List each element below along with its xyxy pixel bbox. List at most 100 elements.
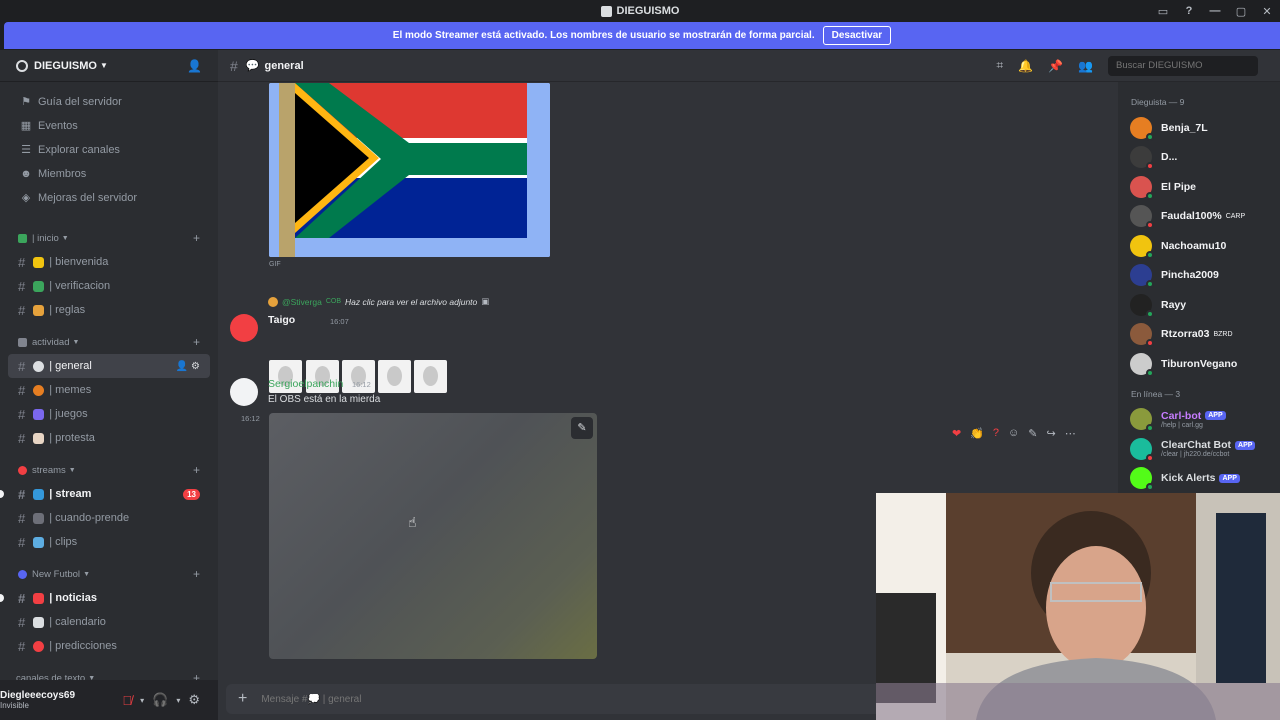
message-text: El OBS está en la mierda: [268, 394, 381, 405]
member-list-icon[interactable]: 👥: [1078, 59, 1093, 73]
channel-memes[interactable]: # | memes: [8, 378, 210, 402]
member-name: Rayy: [1161, 298, 1187, 311]
channel-clips[interactable]: # | clips: [8, 530, 210, 554]
server-icon: [16, 59, 28, 72]
minimize-button[interactable]: —: [1202, 5, 1228, 17]
avatar: [1130, 408, 1154, 433]
server-header[interactable]: DIEGUISMO ▼ 👤: [0, 50, 218, 82]
channel-reglas[interactable]: # | reglas: [8, 298, 210, 322]
help-icon[interactable]: ?: [1176, 5, 1202, 17]
camera-emoji-icon: [33, 512, 45, 524]
question-reaction-icon[interactable]: ?: [993, 427, 999, 439]
emote-image[interactable]: [414, 360, 447, 393]
search-input[interactable]: [1108, 55, 1258, 76]
inbox-icon[interactable]: ▭: [1150, 5, 1176, 18]
threads-icon[interactable]: ⌗: [996, 58, 1003, 73]
status-dot-icon: [1146, 221, 1154, 230]
message-author[interactable]: Sergioelpanchin: [268, 378, 343, 390]
member-item[interactable]: Rayy: [1118, 290, 1280, 320]
member-item[interactable]: ClearChat Bot APP/clear | jh220.de/ccbot: [1118, 434, 1280, 464]
add-reaction-icon[interactable]: ☺: [1008, 427, 1019, 439]
username: Diegleeecoys69: [0, 690, 76, 701]
maximize-button[interactable]: ▢: [1228, 5, 1254, 18]
image-icon: ▣: [481, 296, 490, 306]
add-channel-icon[interactable]: +: [193, 335, 200, 349]
category-new-futbol[interactable]: New Futbol ▼ +: [0, 562, 218, 586]
nav-members[interactable]: ☻ Miembros: [0, 162, 218, 186]
add-channel-icon[interactable]: +: [193, 231, 200, 245]
video-attachment[interactable]: ✎: [269, 413, 597, 659]
channel-bienvenida[interactable]: # | bienvenida: [8, 250, 210, 274]
reply-reference[interactable]: @Stiverga COB Haz clic para ver el archi…: [268, 296, 489, 307]
category-inicio[interactable]: | inicio ▼ +: [0, 226, 218, 250]
channel-noticias[interactable]: # | noticias: [0, 586, 210, 610]
add-channel-icon[interactable]: +: [193, 463, 200, 477]
category-streams[interactable]: streams ▼ +: [0, 458, 218, 482]
channel-protesta[interactable]: # | protesta: [8, 426, 210, 450]
nav-browse-channels[interactable]: ☰ Explorar canales: [0, 138, 218, 162]
flag-gif[interactable]: [269, 83, 550, 257]
clap-reaction-icon[interactable]: 👏: [970, 427, 984, 440]
member-item[interactable]: Pincha2009: [1118, 261, 1280, 291]
member-item[interactable]: TiburonVegano: [1118, 349, 1280, 379]
deactivate-button[interactable]: Desactivar: [822, 26, 892, 45]
message-input[interactable]: [261, 693, 662, 705]
heart-reaction-icon[interactable]: ❤: [952, 427, 961, 440]
channel-predicciones[interactable]: # | predicciones: [8, 634, 210, 658]
pencil-icon[interactable]: ✎: [571, 417, 593, 439]
member-item[interactable]: D...: [1118, 143, 1280, 173]
close-button[interactable]: ✕: [1254, 5, 1280, 18]
smile-emoji-icon: [33, 384, 45, 396]
add-attachment-icon[interactable]: +: [238, 690, 247, 708]
bell-icon[interactable]: 🔔: [1018, 59, 1033, 73]
category-label: | inicio: [32, 232, 59, 244]
status-dot-icon: [1146, 453, 1154, 462]
nav-server-boost[interactable]: ◈ Mejoras del servidor: [0, 186, 218, 210]
avatar: [1130, 467, 1154, 492]
channel-verificacion[interactable]: # | verificacion: [8, 274, 210, 298]
category-emoji-icon: [18, 337, 27, 347]
chevron-down-icon[interactable]: ▾: [140, 696, 144, 705]
channel-juegos[interactable]: # | juegos: [8, 402, 210, 426]
server-name: DIEGUISMO: [34, 59, 97, 72]
category-actividad[interactable]: actividad ▼ +: [0, 330, 218, 354]
user-info[interactable]: Diegleeecoys69 Invisible: [0, 690, 75, 710]
webcam-feed-image: [876, 493, 1280, 720]
nav-events[interactable]: ▦ Eventos: [0, 114, 218, 138]
edit-icon[interactable]: ✎: [1028, 427, 1037, 440]
member-name-line: Rayy: [1161, 299, 1186, 311]
member-item[interactable]: Kick Alerts APP: [1118, 464, 1280, 494]
headphones-icon[interactable]: 🎧: [152, 692, 168, 708]
avatar[interactable]: [230, 314, 258, 342]
emote-image[interactable]: [378, 360, 411, 393]
mic-muted-icon[interactable]: 🎙̸: [122, 693, 132, 708]
invite-icon[interactable]: 👤: [187, 59, 202, 73]
status-dot-icon: [1146, 280, 1154, 289]
member-name: El Pipe: [1161, 180, 1197, 193]
more-icon[interactable]: ⋯: [1065, 427, 1076, 440]
reply-icon[interactable]: ↪: [1047, 427, 1056, 440]
chevron-down-icon[interactable]: ▾: [176, 696, 180, 705]
channel-stream[interactable]: # | stream 13: [0, 482, 210, 506]
channel-settings-icon[interactable]: 👤 ⚙: [176, 361, 200, 372]
channel-cuando-prende[interactable]: # | cuando-prende: [8, 506, 210, 530]
channel-label: | stream: [49, 488, 92, 500]
member-item[interactable]: Benja_7L: [1118, 113, 1280, 143]
channel-calendario[interactable]: # | calendario: [8, 610, 210, 634]
member-group-header: Dieguista — 9: [1131, 97, 1185, 107]
member-item[interactable]: Faudal100% CARP: [1118, 202, 1280, 232]
hash-icon: #: [18, 278, 26, 294]
member-item[interactable]: Rtzorra03 BZRD: [1118, 320, 1280, 350]
member-item[interactable]: El Pipe: [1118, 172, 1280, 202]
member-item[interactable]: Carl-bot APP/help | carl.gg: [1118, 405, 1280, 435]
chevron-down-icon: ▼: [61, 234, 69, 242]
member-item[interactable]: Nachoamu10: [1118, 231, 1280, 261]
avatar[interactable]: [230, 378, 258, 406]
message-author[interactable]: Taigo: [268, 314, 295, 326]
add-channel-icon[interactable]: +: [193, 567, 200, 581]
pin-icon[interactable]: 📌: [1048, 59, 1063, 73]
settings-gear-icon[interactable]: ⚙: [188, 692, 200, 708]
app-badge: APP: [1205, 411, 1226, 421]
nav-server-guide[interactable]: ⚑ Guía del servidor: [0, 90, 218, 114]
channel-general[interactable]: # | general 👤 ⚙: [8, 354, 210, 378]
